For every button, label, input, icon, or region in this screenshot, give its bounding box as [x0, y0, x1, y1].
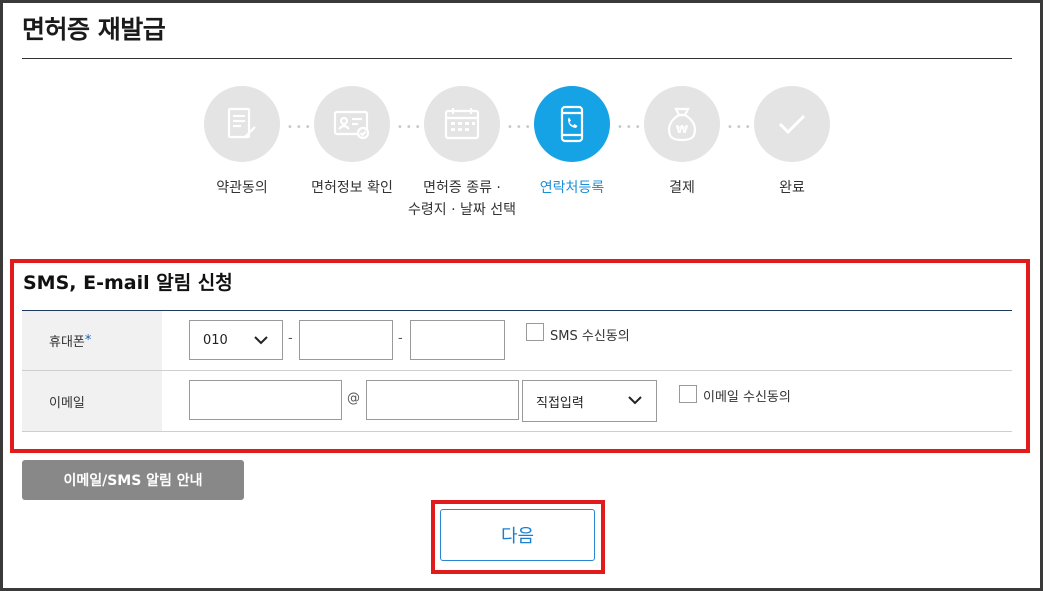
step-circle [204, 86, 280, 162]
phone-middle-input[interactable] [299, 320, 393, 360]
step-label: 완료 [779, 180, 805, 196]
email-local-input[interactable] [189, 380, 342, 420]
page-title: 면허증 재발급 [22, 15, 166, 44]
document-pen-icon [227, 107, 256, 139]
sms-consent-label: SMS 수신동의 [550, 329, 630, 344]
svg-text:₩: ₩ [676, 123, 688, 136]
phone-prefix-select[interactable]: 010 [189, 320, 283, 360]
row-divider [22, 431, 1012, 432]
id-card-check-icon [333, 110, 370, 140]
email-sms-info-button[interactable]: 이메일/SMS 알림 안내 [22, 460, 244, 500]
email-at-sign: @ [347, 391, 360, 406]
phone-icon [560, 105, 584, 143]
checkmark-icon [778, 114, 806, 135]
email-consent-checkbox[interactable] [679, 385, 697, 403]
calendar-icon [444, 108, 480, 140]
step-circle [424, 86, 500, 162]
email-label: 이메일 [49, 395, 85, 411]
email-consent-label: 이메일 수신동의 [703, 390, 791, 405]
email-domain-select[interactable]: 직접입력 [522, 380, 657, 422]
step-circle-active [534, 86, 610, 162]
step-circle: ₩ [644, 86, 720, 162]
email-domain-select-value: 직접입력 [536, 395, 584, 411]
phone-label: 휴대폰 [49, 335, 85, 350]
phone-prefix-value: 010 [203, 332, 228, 348]
title-divider [22, 58, 1012, 59]
step-circle [754, 86, 830, 162]
phone-label-cell: 휴대폰 * [22, 311, 162, 370]
phone-separator: - [288, 331, 293, 346]
email-label-cell: 이메일 [22, 371, 162, 431]
chevron-down-icon [628, 396, 642, 405]
form-header-rule [22, 310, 1012, 311]
step-complete: 완료 [722, 86, 862, 199]
phone-separator: - [398, 331, 403, 346]
form-section-title: SMS, E-mail 알림 신청 [23, 272, 233, 294]
required-mark: * [84, 333, 92, 348]
phone-last-input[interactable] [410, 320, 505, 360]
sms-consent-checkbox[interactable] [526, 323, 544, 341]
won-bag-icon: ₩ [667, 107, 697, 142]
step-circle [314, 86, 390, 162]
row-divider [22, 370, 1012, 371]
email-domain-input[interactable] [366, 380, 519, 420]
next-button[interactable]: 다음 [440, 509, 595, 561]
chevron-down-icon [254, 336, 268, 345]
